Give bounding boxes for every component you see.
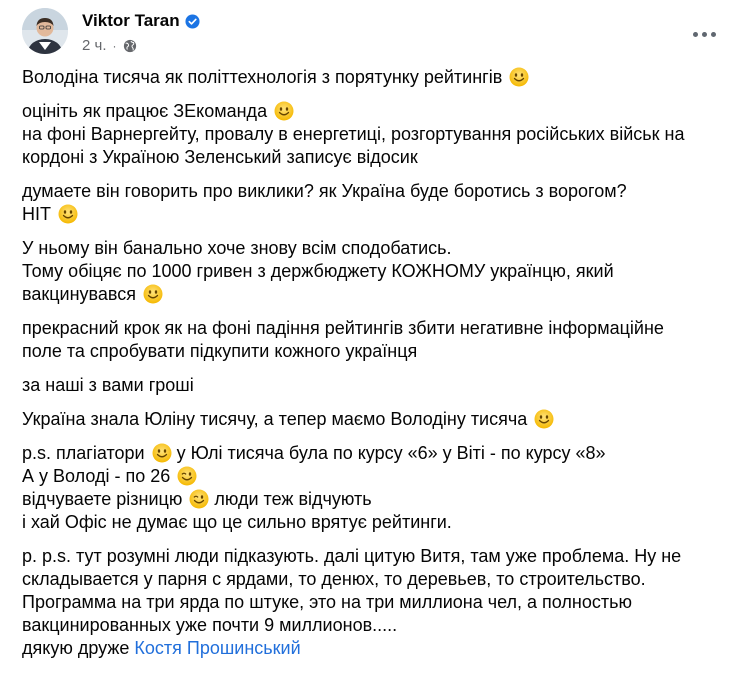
post-text: Володіна тисяча як політтехнологія з пор… [22,67,503,87]
winking-face-icon [189,489,209,509]
post-meta: 2 ч. · [82,37,137,54]
post-card: Viktor Taran 2 ч. · Володіна тисяча як п… [0,0,744,674]
author-avatar[interactable] [22,8,68,54]
post-text: люди теж відчують [214,489,372,509]
post-text: p.s. плагіатори [22,443,145,463]
post-text: складывается у парня с ярдами, то денюх,… [22,569,646,589]
post-paragraph: оцініть як працює ЗЕкоманда на фоні Варн… [22,100,734,169]
post-text: А у Володі - по 26 [22,466,171,486]
post-timestamp[interactable]: 2 ч. [82,37,107,54]
post-text: на фоні Варнергейту, провалу в енергетиц… [22,124,685,144]
post-text: кордоні з Україною Зеленський записує ві… [22,147,418,167]
post-paragraph: p. p.s. тут розумні люди підказують. дал… [22,545,734,660]
slightly-smiling-face-icon [152,443,172,463]
post-text: прекрасний крок як на фоні падіння рейти… [22,318,664,338]
slightly-smiling-face-icon [534,409,554,429]
author-row: Viktor Taran [82,11,200,31]
post-text: Тому обіцяє по 1000 гривен з держбюджету… [22,261,614,281]
post-text: у Юлі тисяча була по курсу «6» у Віті - … [176,443,606,463]
post-text: Україна знала Юліну тисячу, а тепер маєм… [22,409,528,429]
more-options-icon [692,31,716,37]
author-name[interactable]: Viktor Taran [82,11,180,31]
post-text: вакцинированных уже почти 9 миллионов...… [22,615,398,635]
post-text: вакцинувався [22,284,137,304]
post-text: НІТ [22,204,51,224]
post-text: дякую друже [22,638,130,658]
post-text: Программа на три ярда по штуке, это на т… [22,592,632,612]
post-text: думаете він говорить про виклики? як Укр… [22,181,627,201]
globe-icon[interactable] [123,39,137,53]
verified-badge-icon [185,13,200,29]
post-paragraph: У ньому він банально хоче знову всім спо… [22,237,734,306]
post-text: поле та спробувати підкупити кожного укр… [22,341,418,361]
slightly-smiling-face-icon [143,284,163,304]
post-text: і хай Офіс не думає що це сильно врятує … [22,512,452,532]
winking-face-icon [177,466,197,486]
post-paragraph: Володіна тисяча як політтехнологія з пор… [22,66,734,89]
post-body: Володіна тисяча як політтехнологія з пор… [22,66,734,671]
more-options-button[interactable] [686,16,722,52]
post-paragraph: за наші з вами гроші [22,374,734,397]
post-header: Viktor Taran 2 ч. · [22,8,722,60]
post-paragraph: думаете він говорить про виклики? як Укр… [22,180,734,226]
post-text: відчуваете різницю [22,489,183,509]
post-paragraph: Україна знала Юліну тисячу, а тепер маєм… [22,408,734,431]
mention-link[interactable]: Костя Прошинський [134,638,300,658]
post-paragraph: прекрасний крок як на фоні падіння рейти… [22,317,734,363]
post-text: p. p.s. тут розумні люди підказують. дал… [22,546,682,566]
meta-separator: · [112,38,117,53]
slightly-smiling-face-icon [509,67,529,87]
post-paragraph: p.s. плагіатори у Юлі тисяча була по кур… [22,442,734,534]
post-text: У ньому він банально хоче знову всім спо… [22,238,452,258]
slightly-smiling-face-icon [58,204,78,224]
slightly-smiling-face-icon [274,101,294,121]
post-text: оцініть як працює ЗЕкоманда [22,101,268,121]
post-text: за наші з вами гроші [22,375,194,395]
